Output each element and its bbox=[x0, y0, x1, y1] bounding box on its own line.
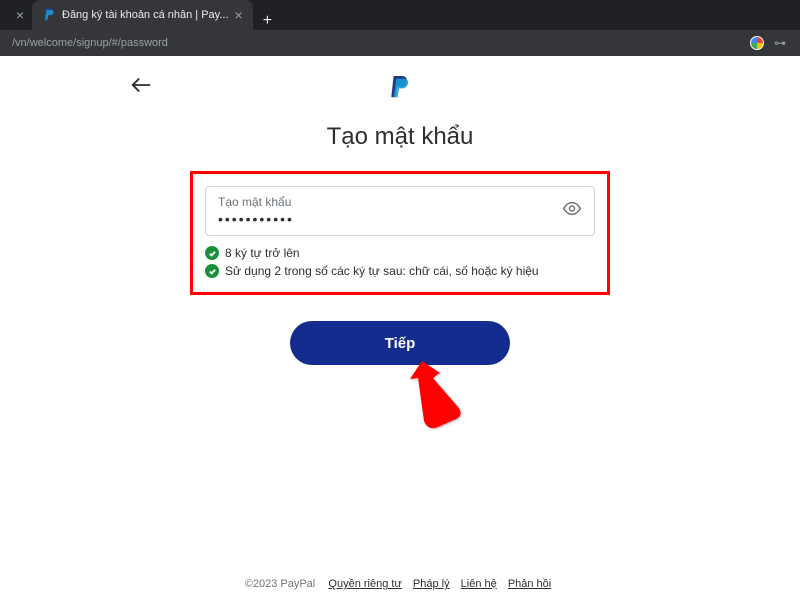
footer-link-privacy[interactable]: Quyền riêng tư bbox=[328, 578, 401, 590]
requirement-text: Sử dụng 2 trong số các ký tự sau: chữ cá… bbox=[225, 264, 539, 278]
prev-tab-close[interactable]: × bbox=[8, 0, 32, 30]
page-content: Tạo mật khẩu Tạo mật khẩu ••••••••••• 8 … bbox=[0, 56, 800, 600]
paypal-logo-icon bbox=[389, 74, 411, 100]
requirement-item: 8 ký tự trở lên bbox=[205, 246, 595, 260]
footer: ©2023 PayPal Quyền riêng tư Pháp lý Liên… bbox=[0, 578, 800, 590]
password-field[interactable]: Tạo mật khẩu ••••••••••• bbox=[205, 186, 595, 236]
annotation-arrow-icon bbox=[410, 361, 465, 436]
password-label: Tạo mật khẩu bbox=[218, 195, 582, 209]
tab-title: Đăng ký tài khoản cá nhân | Pay... bbox=[62, 9, 229, 21]
topbar bbox=[0, 56, 800, 105]
browser-tab[interactable]: Đăng ký tài khoản cá nhân | Pay... × bbox=[32, 0, 253, 30]
show-password-icon[interactable] bbox=[562, 199, 582, 224]
next-button[interactable]: Tiếp bbox=[290, 321, 510, 365]
close-tab-icon[interactable]: × bbox=[235, 7, 243, 23]
check-icon bbox=[205, 264, 219, 278]
copyright-text: ©2023 PayPal bbox=[245, 578, 316, 590]
password-value: ••••••••••• bbox=[218, 211, 582, 227]
url-text[interactable]: /vn/welcome/signup/#/password bbox=[8, 37, 750, 49]
tab-strip: × Đăng ký tài khoản cá nhân | Pay... × + bbox=[0, 0, 800, 30]
back-arrow-button[interactable] bbox=[130, 76, 152, 99]
requirement-item: Sử dụng 2 trong số các ký tự sau: chữ cá… bbox=[205, 264, 595, 278]
addr-icons: ⊶ bbox=[750, 36, 792, 50]
footer-link-feedback[interactable]: Phản hồi bbox=[508, 578, 551, 590]
password-requirements: 8 ký tự trở lên Sử dụng 2 trong số các k… bbox=[205, 246, 595, 278]
address-bar: /vn/welcome/signup/#/password ⊶ bbox=[0, 30, 800, 56]
footer-link-legal[interactable]: Pháp lý bbox=[413, 578, 450, 590]
page-heading: Tạo mật khẩu bbox=[0, 123, 800, 151]
requirement-text: 8 ký tự trở lên bbox=[225, 246, 300, 260]
new-tab-button[interactable]: + bbox=[253, 12, 282, 30]
footer-link-contact[interactable]: Liên hệ bbox=[461, 578, 497, 590]
paypal-favicon-icon bbox=[42, 8, 56, 22]
browser-chrome: × Đăng ký tài khoản cá nhân | Pay... × +… bbox=[0, 0, 800, 56]
check-icon bbox=[205, 246, 219, 260]
form-highlight-box: Tạo mật khẩu ••••••••••• 8 ký tự trở lên… bbox=[190, 171, 610, 295]
google-account-icon[interactable] bbox=[750, 36, 764, 50]
password-key-icon[interactable]: ⊶ bbox=[774, 36, 786, 50]
logo-container bbox=[0, 74, 800, 105]
